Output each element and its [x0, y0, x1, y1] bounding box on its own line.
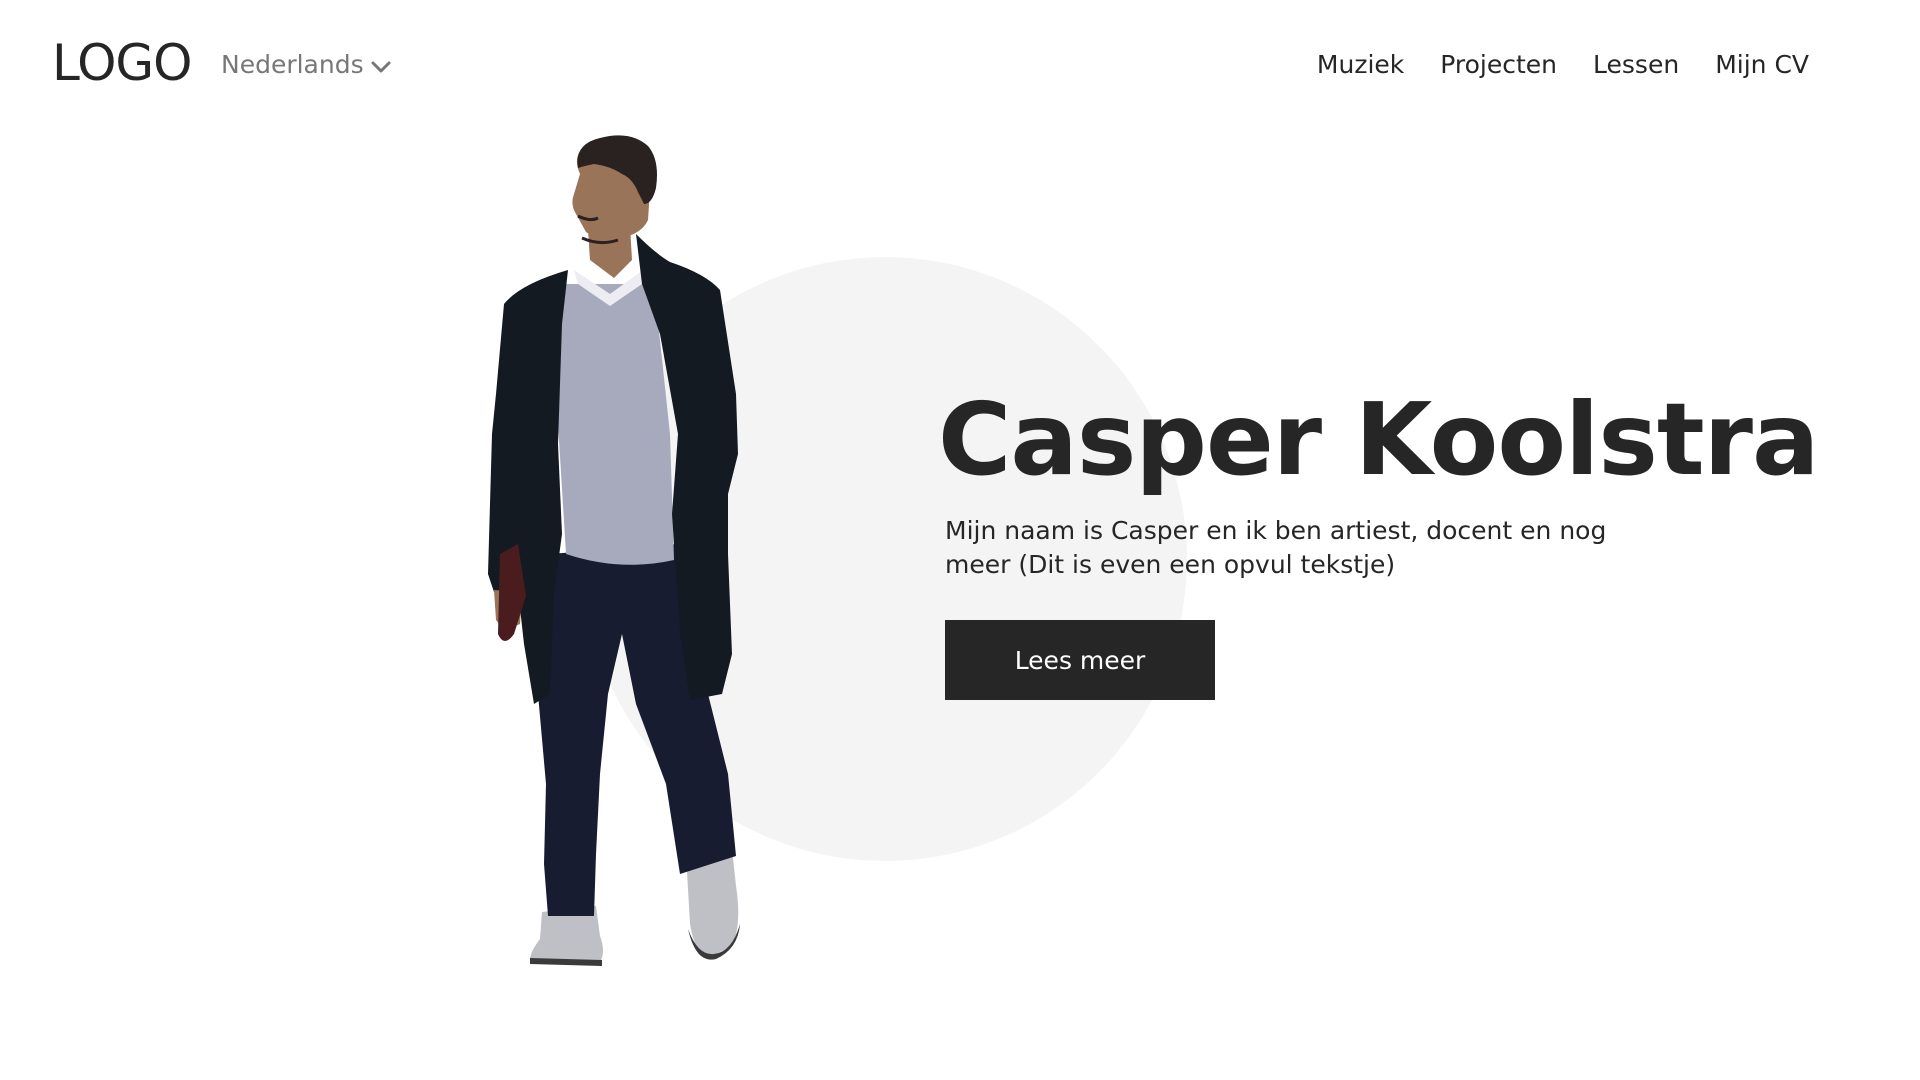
page: LOGO Nederlands Muziek Projecten Lessen … [0, 0, 1920, 1080]
nav-link-mijn-cv[interactable]: Mijn CV [1715, 48, 1809, 82]
language-selector[interactable]: Nederlands [221, 48, 392, 82]
logo[interactable]: LOGO [52, 30, 193, 96]
hero-description: Mijn naam is Casper en ik ben artiest, d… [945, 516, 1607, 579]
main-nav: Muziek Projecten Lessen Mijn CV [1317, 48, 1809, 82]
chevron-down-icon [371, 61, 391, 72]
nav-link-projecten[interactable]: Projecten [1440, 48, 1557, 82]
hero-title: Casper Koolstra [938, 381, 1819, 498]
nav-link-lessen[interactable]: Lessen [1593, 48, 1679, 82]
person-illustration [488, 135, 740, 966]
nav-link-muziek[interactable]: Muziek [1317, 48, 1404, 82]
language-selected: Nederlands [221, 50, 364, 79]
read-more-button[interactable]: Lees meer [945, 620, 1215, 700]
